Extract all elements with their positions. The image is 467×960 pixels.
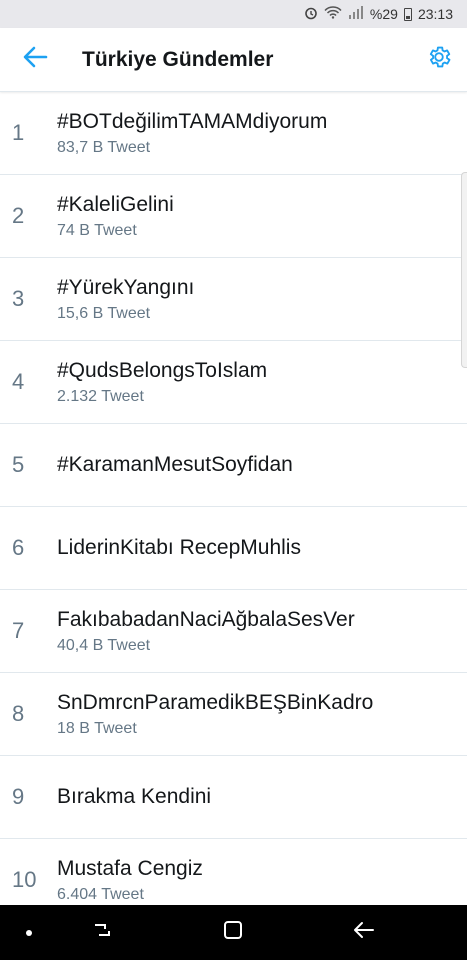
trend-tweet-count: 74 B Tweet <box>57 222 137 239</box>
trend-tweet-count: 18 B Tweet <box>57 720 137 737</box>
home-icon <box>222 919 244 946</box>
trend-name: FakıbabadanNaciAğbalaSesVer <box>57 608 355 631</box>
trend-name: #YürekYangını <box>57 276 195 299</box>
settings-button[interactable] <box>411 28 467 92</box>
signal-icon <box>348 6 364 22</box>
trend-item[interactable]: 5 #KaramanMesutSoyfidan <box>0 424 467 507</box>
trend-rank: 6 <box>12 535 25 560</box>
back-button[interactable] <box>0 28 70 92</box>
trend-item[interactable]: 9 Bırakma Kendini <box>0 756 467 839</box>
trend-name: #KaramanMesutSoyfidan <box>57 453 293 476</box>
trend-tweet-count: 83,7 B Tweet <box>57 139 151 156</box>
trend-item[interactable]: 4 #QudsBelongsToIslam 2.132 Tweet <box>0 341 467 424</box>
trend-rank: 7 <box>12 618 25 643</box>
edge-panel-handle[interactable] <box>461 172 467 368</box>
arrow-left-icon <box>22 46 48 73</box>
trend-rank: 10 <box>12 867 37 892</box>
recent-apps-icon <box>91 919 113 946</box>
gear-icon <box>426 44 452 75</box>
back-nav-button[interactable] <box>334 905 394 960</box>
trend-tweet-count: 2.132 Tweet <box>57 388 144 405</box>
trend-name: #BOTdeğilimTAMAMdiyorum <box>57 110 328 133</box>
trend-rank: 4 <box>12 369 25 394</box>
trend-item[interactable]: 2 #KaleliGelini 74 B Tweet <box>0 175 467 258</box>
trend-name: SnDmrcnParamedikBEŞBinKadro <box>57 691 374 714</box>
trend-list: 1 #BOTdeğilimTAMAMdiyorum 83,7 B Tweet 2 … <box>0 92 467 922</box>
trend-name: Mustafa Cengiz <box>57 857 203 880</box>
trend-rank: 5 <box>12 452 25 477</box>
trend-name: #QudsBelongsToIslam <box>57 359 268 382</box>
trend-rank: 2 <box>12 203 25 228</box>
trend-item[interactable]: 3 #YürekYangını 15,6 B Tweet <box>0 258 467 341</box>
trend-rank: 9 <box>12 784 25 809</box>
home-button[interactable] <box>203 905 263 960</box>
trend-rank: 8 <box>12 701 25 726</box>
nav-dot-icon[interactable] <box>26 930 32 936</box>
battery-percent: %29 <box>369 6 398 22</box>
page-title: Türkiye Gündemler <box>82 47 274 71</box>
alarm-icon <box>304 6 318 23</box>
trend-rank: 1 <box>12 120 25 145</box>
recent-apps-button[interactable] <box>72 905 132 960</box>
trend-item[interactable]: 6 LiderinKitabı RecepMuhlis <box>0 507 467 590</box>
status-time: 23:13 <box>417 6 453 22</box>
wifi-icon <box>324 6 342 22</box>
battery-icon <box>403 7 412 21</box>
app-bar: Türkiye Gündemler <box>0 28 467 92</box>
trend-item[interactable]: 7 FakıbabadanNaciAğbalaSesVer 40,4 B Twee… <box>0 590 467 673</box>
trend-tweet-count: 40,4 B Tweet <box>57 637 151 654</box>
trend-item[interactable]: 8 SnDmrcnParamedikBEŞBinKadro 18 B Tweet <box>0 673 467 756</box>
system-nav-bar <box>0 905 467 960</box>
trend-name: #KaleliGelini <box>57 193 174 216</box>
trend-rank: 3 <box>12 286 25 311</box>
status-bar: %29 23:13 <box>0 0 467 28</box>
trend-tweet-count: 15,6 B Tweet <box>57 305 151 322</box>
back-nav-icon <box>352 919 376 946</box>
trend-name: Bırakma Kendini <box>57 785 212 808</box>
trend-tweet-count: 6.404 Tweet <box>57 886 144 903</box>
trend-name: LiderinKitabı RecepMuhlis <box>57 536 301 559</box>
trend-item[interactable]: 1 #BOTdeğilimTAMAMdiyorum 83,7 B Tweet <box>0 92 467 175</box>
